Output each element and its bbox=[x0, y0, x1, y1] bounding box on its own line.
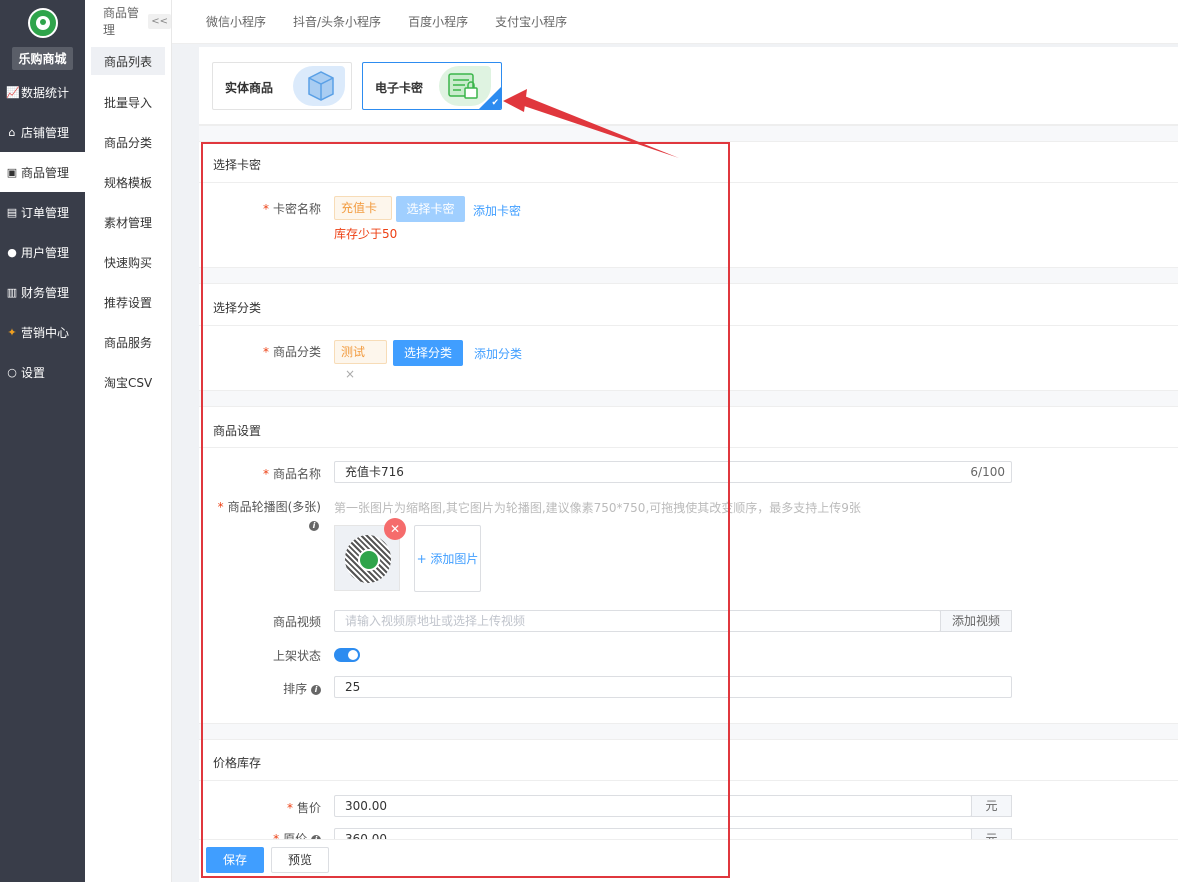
select-category-button[interactable]: 选择分类 bbox=[393, 340, 463, 366]
marketing-icon: ✦ bbox=[7, 325, 17, 339]
category-section-title: 选择分类 bbox=[213, 301, 262, 315]
submenu-item-spec-template[interactable]: 规格模板 bbox=[85, 162, 171, 202]
tab-wechat[interactable]: 微信小程序 bbox=[206, 13, 266, 30]
delete-image-icon[interactable]: ✕ bbox=[384, 518, 406, 540]
spacer bbox=[199, 390, 1178, 407]
sort-label: 排序 i bbox=[283, 680, 321, 697]
goods-name-input[interactable]: 充值卡716 6/100 bbox=[334, 461, 1012, 483]
tab-douyin[interactable]: 抖音/头条小程序 bbox=[293, 13, 381, 30]
submenu-title: 商品管理 bbox=[103, 6, 140, 37]
nav-item-stats[interactable]: 📈 数据统计 bbox=[0, 72, 85, 112]
nav-item-orders[interactable]: ▤ 订单管理 bbox=[0, 192, 85, 232]
carousel-label: * 商品轮播图(多张) bbox=[217, 500, 321, 514]
shelf-status-toggle[interactable] bbox=[334, 648, 360, 662]
card-name-label: * 卡密名称 bbox=[262, 202, 321, 216]
form-footer: 保存 预览 bbox=[199, 839, 1178, 882]
price-section-title: 价格库存 bbox=[213, 756, 262, 770]
order-icon: ▤ bbox=[6, 205, 18, 219]
submenu-item-category[interactable]: 商品分类 bbox=[85, 122, 171, 162]
price-unit: 元 bbox=[971, 795, 1012, 817]
submenu-item-materials[interactable]: 素材管理 bbox=[85, 202, 171, 242]
spacer bbox=[199, 267, 1178, 284]
submenu-item-service[interactable]: 商品服务 bbox=[85, 322, 171, 362]
home-icon: ⌂ bbox=[8, 125, 16, 139]
logo-icon bbox=[358, 549, 380, 571]
nav-item-finance[interactable]: ▥ 财务管理 bbox=[0, 272, 85, 312]
logo-area: 乐购商城 bbox=[0, 0, 85, 72]
tag-close-icon[interactable]: × bbox=[345, 367, 355, 381]
divider bbox=[199, 182, 1178, 183]
name-counter: 6/100 bbox=[970, 465, 1005, 479]
card-section-title: 选择卡密 bbox=[213, 158, 262, 172]
category-label: * 商品分类 bbox=[262, 345, 321, 359]
video-label: 商品视频 bbox=[272, 615, 321, 629]
shelf-status-label: 上架状态 bbox=[272, 649, 321, 663]
category-tag: 测试 × bbox=[334, 340, 387, 381]
divider bbox=[199, 780, 1178, 781]
price-label: * 售价 bbox=[286, 801, 321, 815]
carousel-hint: 第一张图片为缩略图,其它图片为轮播图,建议像素750*750,可拖拽使其改变顺序… bbox=[334, 501, 861, 515]
nav-item-store[interactable]: ⌂ 店铺管理 bbox=[0, 112, 85, 152]
spacer bbox=[199, 723, 1178, 740]
add-category-link[interactable]: 添加分类 bbox=[474, 345, 522, 362]
stock-warning: 库存少于50 bbox=[334, 227, 398, 241]
sort-input[interactable]: 25 bbox=[334, 676, 1012, 698]
spacer bbox=[199, 125, 1178, 142]
price-input[interactable]: 300.00 bbox=[334, 795, 972, 817]
submenu-item-goods-list[interactable]: 商品列表 bbox=[91, 47, 165, 75]
submenu-item-batch-import[interactable]: 批量导入 bbox=[85, 82, 171, 122]
chart-icon: 📈 bbox=[6, 85, 20, 99]
settings-icon: ○ bbox=[7, 365, 17, 379]
finance-icon: ▥ bbox=[6, 285, 18, 299]
submenu-item-quick-buy[interactable]: 快速购买 bbox=[85, 242, 171, 282]
info-icon[interactable]: i bbox=[311, 684, 321, 695]
goods-submenu: 商品管理 << 商品列表 批量导入 商品分类 规格模板 素材管理 快速购买 推荐… bbox=[85, 0, 172, 882]
nav-item-users[interactable]: ● 用户管理 bbox=[0, 232, 85, 272]
goods-section-title: 商品设置 bbox=[213, 424, 262, 438]
preview-button[interactable]: 预览 bbox=[271, 847, 329, 873]
type-card-physical[interactable]: 实体商品 bbox=[212, 62, 352, 110]
submenu-item-taobao-csv[interactable]: 淘宝CSV bbox=[85, 362, 171, 402]
card-tag: 充值卡 bbox=[334, 196, 392, 220]
nav-item-goods[interactable]: ▣ 商品管理 bbox=[0, 152, 85, 192]
main-sidebar: 乐购商城 📈 数据统计 ⌂ 店铺管理 ▣ 商品管理 ▤ 订单管理 ● 用户管理 ▥ 财务管理… bbox=[0, 0, 85, 882]
type-card-ecard[interactable]: 电子卡密 ✔ bbox=[362, 62, 502, 110]
check-icon: ✔ bbox=[491, 98, 499, 108]
tab-alipay[interactable]: 支付宝小程序 bbox=[495, 13, 567, 30]
video-url-input[interactable]: 请输入视频原地址或选择上传视频 bbox=[334, 610, 941, 632]
box-icon bbox=[293, 66, 345, 106]
user-icon: ● bbox=[7, 245, 17, 259]
info-icon[interactable]: i bbox=[309, 521, 319, 531]
submenu-header: 商品管理 << bbox=[85, 0, 171, 42]
divider bbox=[199, 325, 1178, 326]
goods-type-selector: 实体商品 电子卡密 ✔ bbox=[199, 47, 1178, 125]
goods-icon: ▣ bbox=[6, 165, 18, 179]
tab-baidu[interactable]: 百度小程序 bbox=[408, 13, 468, 30]
add-image-button[interactable]: + 添加图片 bbox=[414, 525, 481, 592]
collapse-button[interactable]: << bbox=[148, 13, 171, 29]
nav-item-settings[interactable]: ○ 设置 bbox=[0, 352, 85, 392]
goods-name-label: * 商品名称 bbox=[262, 467, 321, 481]
add-card-link[interactable]: 添加卡密 bbox=[473, 202, 521, 219]
goods-form: 实体商品 电子卡密 ✔ 选择卡密 * 卡密名称 充值卡 选择卡密 添加卡密 库存少… bbox=[199, 47, 1178, 882]
save-button[interactable]: 保存 bbox=[206, 847, 264, 873]
select-card-button[interactable]: 选择卡密 bbox=[396, 196, 465, 222]
nav-item-marketing[interactable]: ✦ 营销中心 bbox=[0, 312, 85, 352]
add-video-button[interactable]: 添加视频 bbox=[940, 610, 1012, 632]
shop-name: 乐购商城 bbox=[12, 47, 73, 70]
divider bbox=[199, 447, 1178, 448]
submenu-item-recommend[interactable]: 推荐设置 bbox=[85, 282, 171, 322]
shop-logo-icon bbox=[27, 8, 58, 38]
platform-tabs: 微信小程序 抖音/头条小程序 百度小程序 支付宝小程序 bbox=[172, 0, 1178, 44]
